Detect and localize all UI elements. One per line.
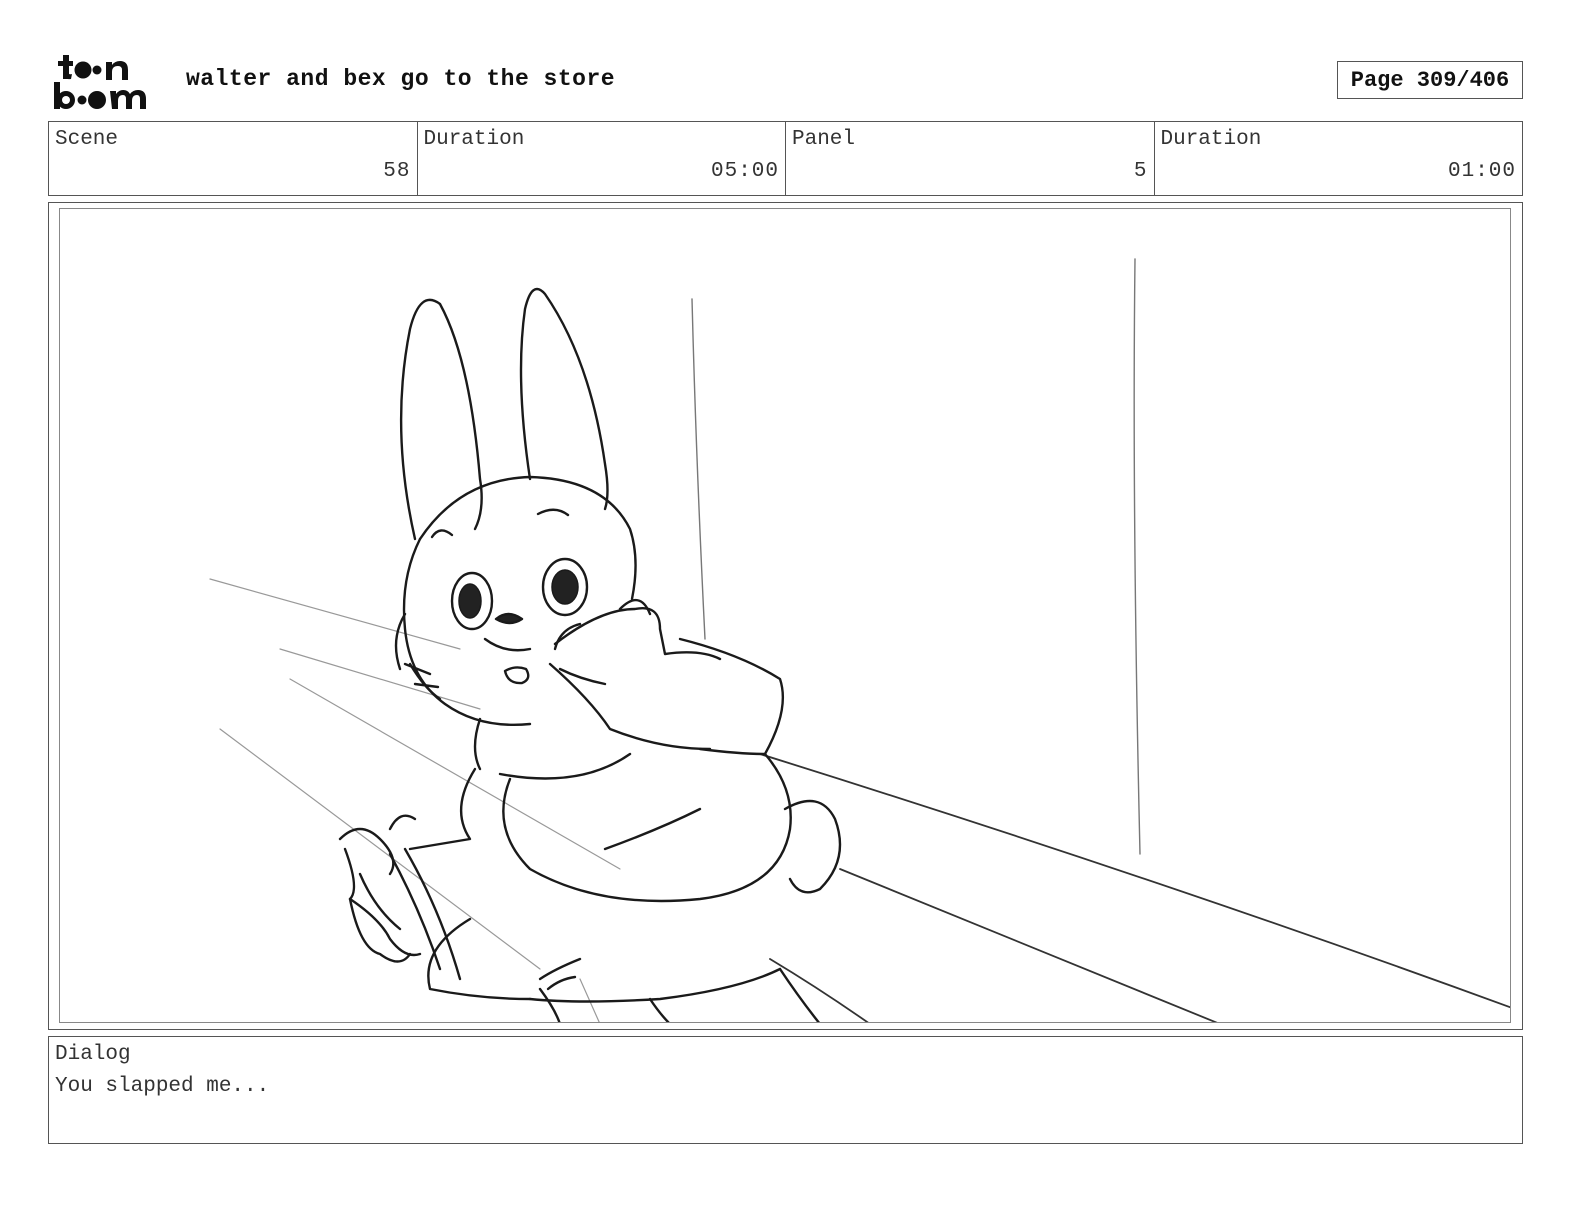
scene-duration-cell: Duration 05:00 — [418, 122, 786, 195]
scene-cell: Scene 58 — [49, 122, 418, 195]
panel-duration-cell: Duration 01:00 — [1155, 122, 1523, 195]
scene-duration-value: 05:00 — [710, 160, 779, 183]
panel-label: Panel — [792, 128, 856, 151]
scene-value: 58 — [383, 160, 411, 183]
dialog-box: Dialog You slapped me... — [48, 1036, 1523, 1144]
scene-duration-label: Duration — [423, 128, 525, 151]
panel-cell: Panel 5 — [786, 122, 1155, 195]
toon-boom-logo — [52, 52, 164, 112]
panel-image — [59, 208, 1511, 1023]
panel-duration-value: 01:00 — [1447, 160, 1516, 183]
page-number: Page 309/406 — [1337, 61, 1523, 99]
panel-value: 5 — [1133, 160, 1148, 183]
dialog-label: Dialog — [55, 1043, 131, 1066]
document-title: walter and bex go to the store — [186, 66, 616, 92]
dialog-text: You slapped me... — [55, 1075, 270, 1098]
panel-info-row: Scene 58 Duration 05:00 Panel 5 Duration… — [48, 121, 1523, 196]
scene-label: Scene — [55, 128, 119, 151]
panel-duration-label: Duration — [1160, 128, 1262, 151]
